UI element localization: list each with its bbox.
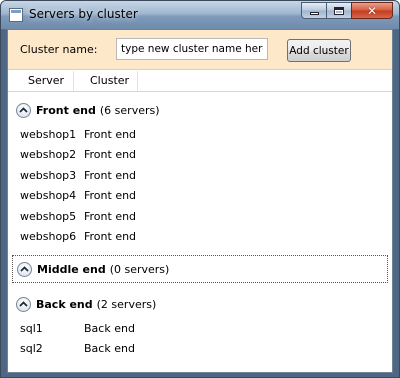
group-count: (2 servers) [96,297,157,311]
group-header[interactable]: Front end (6 servers) [12,96,388,124]
server-name: webshop2 [20,148,77,162]
maximize-button[interactable] [326,2,352,19]
group-count: (6 servers) [99,103,160,117]
server-name: webshop3 [20,168,77,182]
group-header[interactable]: Middle end (0 servers) [12,255,388,283]
server-name: webshop1 [20,128,77,141]
server-name: webshop6 [20,230,77,243]
window-title: Servers by cluster [29,7,138,21]
maximize-icon [334,6,344,15]
title-bar[interactable]: Servers by cluster ✕ [1,1,399,29]
cluster-name-input[interactable] [116,38,268,60]
add-cluster-button[interactable]: Add cluster [287,39,351,62]
group-count: (0 servers) [109,262,170,276]
minimize-icon [309,12,319,15]
caption-buttons: ✕ [301,2,393,20]
window-client-area: Cluster name: Add cluster Server Cluster… [7,29,393,373]
server-name: webshop4 [20,189,77,203]
close-icon: ✕ [366,3,378,18]
cluster-name: Front end [84,128,137,141]
cluster-name: Back end [84,322,135,335]
group-name: Front end [36,103,96,117]
cluster-toolbar: Cluster name: Add cluster [8,30,392,70]
collapse-chevron-icon[interactable] [16,296,31,312]
cluster-name: Front end [84,209,137,223]
collapse-chevron-icon[interactable] [16,102,31,118]
window-app-icon[interactable] [9,8,23,22]
cluster-name-label: Cluster name: [20,43,98,56]
group-name: Middle end [37,262,106,276]
cluster-name: Front end [84,189,137,203]
server-name: sql1 [20,322,43,335]
server-name: sql2 [20,342,43,356]
cluster-name: Front end [84,168,137,182]
app-window: Servers by cluster ✕ Cluster name: Add c… [0,0,400,378]
cluster-name: Back end [84,342,135,356]
group-name: Back end [36,297,93,311]
group-header[interactable]: Back end (2 servers) [12,290,388,318]
server-name: webshop5 [20,209,77,223]
column-header-server[interactable]: Server [8,71,74,91]
close-button[interactable]: ✕ [351,2,393,19]
cluster-name: Front end [84,148,137,162]
column-header-cluster[interactable]: Cluster [74,71,138,91]
column-header-row: Server Cluster [8,71,392,92]
minimize-button[interactable] [301,2,327,19]
cluster-name: Front end [84,230,137,243]
collapse-chevron-icon[interactable] [17,261,32,277]
